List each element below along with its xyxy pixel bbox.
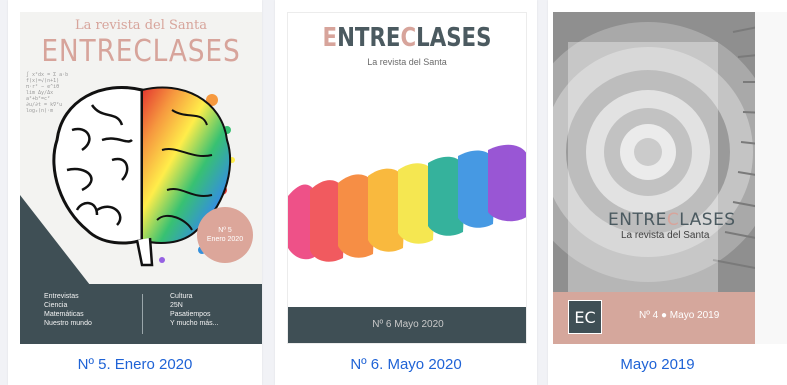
topics-right: Cultura 25N Pasatiempos Y mucho más... xyxy=(170,292,219,328)
topic-item: Nuestro mundo xyxy=(44,320,92,327)
masthead-part: ENTRE xyxy=(608,210,667,230)
cover-topics-band: Entrevistas Ciencia Matemáticas Nuestro … xyxy=(20,284,262,344)
issue-link-5[interactable]: Nº 5. Enero 2020 xyxy=(8,356,262,373)
magazine-logo: EC xyxy=(568,300,602,334)
cover-footer: Nº 6 Mayo 2020 xyxy=(288,307,526,343)
cover-wedge xyxy=(20,195,90,285)
issue-cover-4[interactable]: ENTRECLASES La revista del Santa EC Nº 4… xyxy=(553,12,787,344)
topic-item: Ciencia xyxy=(44,302,68,309)
masthead-part: NTRE xyxy=(337,23,401,53)
issue-cover-6[interactable]: ENTRECLASES La revista del Santa Nº 6 Ma… xyxy=(287,12,527,344)
masthead-letter: C xyxy=(400,23,417,53)
cover-subtitle: La revista del Santa xyxy=(621,230,710,241)
masthead-letter: C xyxy=(666,210,680,230)
cover-kicker: La revista del Santa xyxy=(74,18,207,33)
masthead-part: LASES xyxy=(679,210,736,230)
cover-subtitle: La revista del Santa xyxy=(367,57,447,67)
magazine-gallery: La revista del Santa ENTRECLASES ∫ x²dx … xyxy=(0,0,787,385)
cover-frame xyxy=(568,42,718,292)
cover-masthead: ENTRECLASES xyxy=(309,23,504,53)
issue-card-6[interactable]: ENTRECLASES La revista del Santa Nº 6 Ma… xyxy=(275,0,537,385)
watercolor-rainbow-icon xyxy=(288,144,526,262)
cover-masthead: ENTRECLASES xyxy=(41,34,241,69)
topic-item: 25N xyxy=(170,302,183,309)
cover-issue-label: Nº 4 ● Mayo 2019 xyxy=(639,310,720,321)
topics-divider xyxy=(142,294,143,334)
issue-badge: Nº 5 Enero 2020 xyxy=(197,207,253,263)
topic-item: Pasatiempos xyxy=(170,311,211,318)
issue-card-4[interactable]: ENTRECLASES La revista del Santa EC Nº 4… xyxy=(548,0,787,385)
topic-item: Matemáticas xyxy=(44,311,84,318)
topics-left: Entrevistas Ciencia Matemáticas Nuestro … xyxy=(44,292,92,328)
issue-cover-5[interactable]: La revista del Santa ENTRECLASES ∫ x²dx … xyxy=(20,12,262,344)
issue-card-5[interactable]: La revista del Santa ENTRECLASES ∫ x²dx … xyxy=(8,0,262,385)
topic-item: Y mucho más... xyxy=(170,320,219,327)
issue-link-4[interactable]: Mayo 2019 xyxy=(528,356,787,373)
topic-item: Cultura xyxy=(170,293,193,300)
masthead-part: LASES xyxy=(416,23,492,53)
carousel-edge xyxy=(755,12,787,344)
cover-masthead: ENTRECLASES xyxy=(608,210,736,230)
badge-date: Enero 2020 xyxy=(206,236,244,243)
badge-number: Nº 5 xyxy=(218,227,232,234)
cover-footer: EC Nº 4 ● Mayo 2019 xyxy=(553,292,787,344)
topic-item: Entrevistas xyxy=(44,293,79,300)
masthead-letter: E xyxy=(322,23,338,53)
issue-link-6[interactable]: Nº 6. Mayo 2020 xyxy=(275,356,537,373)
